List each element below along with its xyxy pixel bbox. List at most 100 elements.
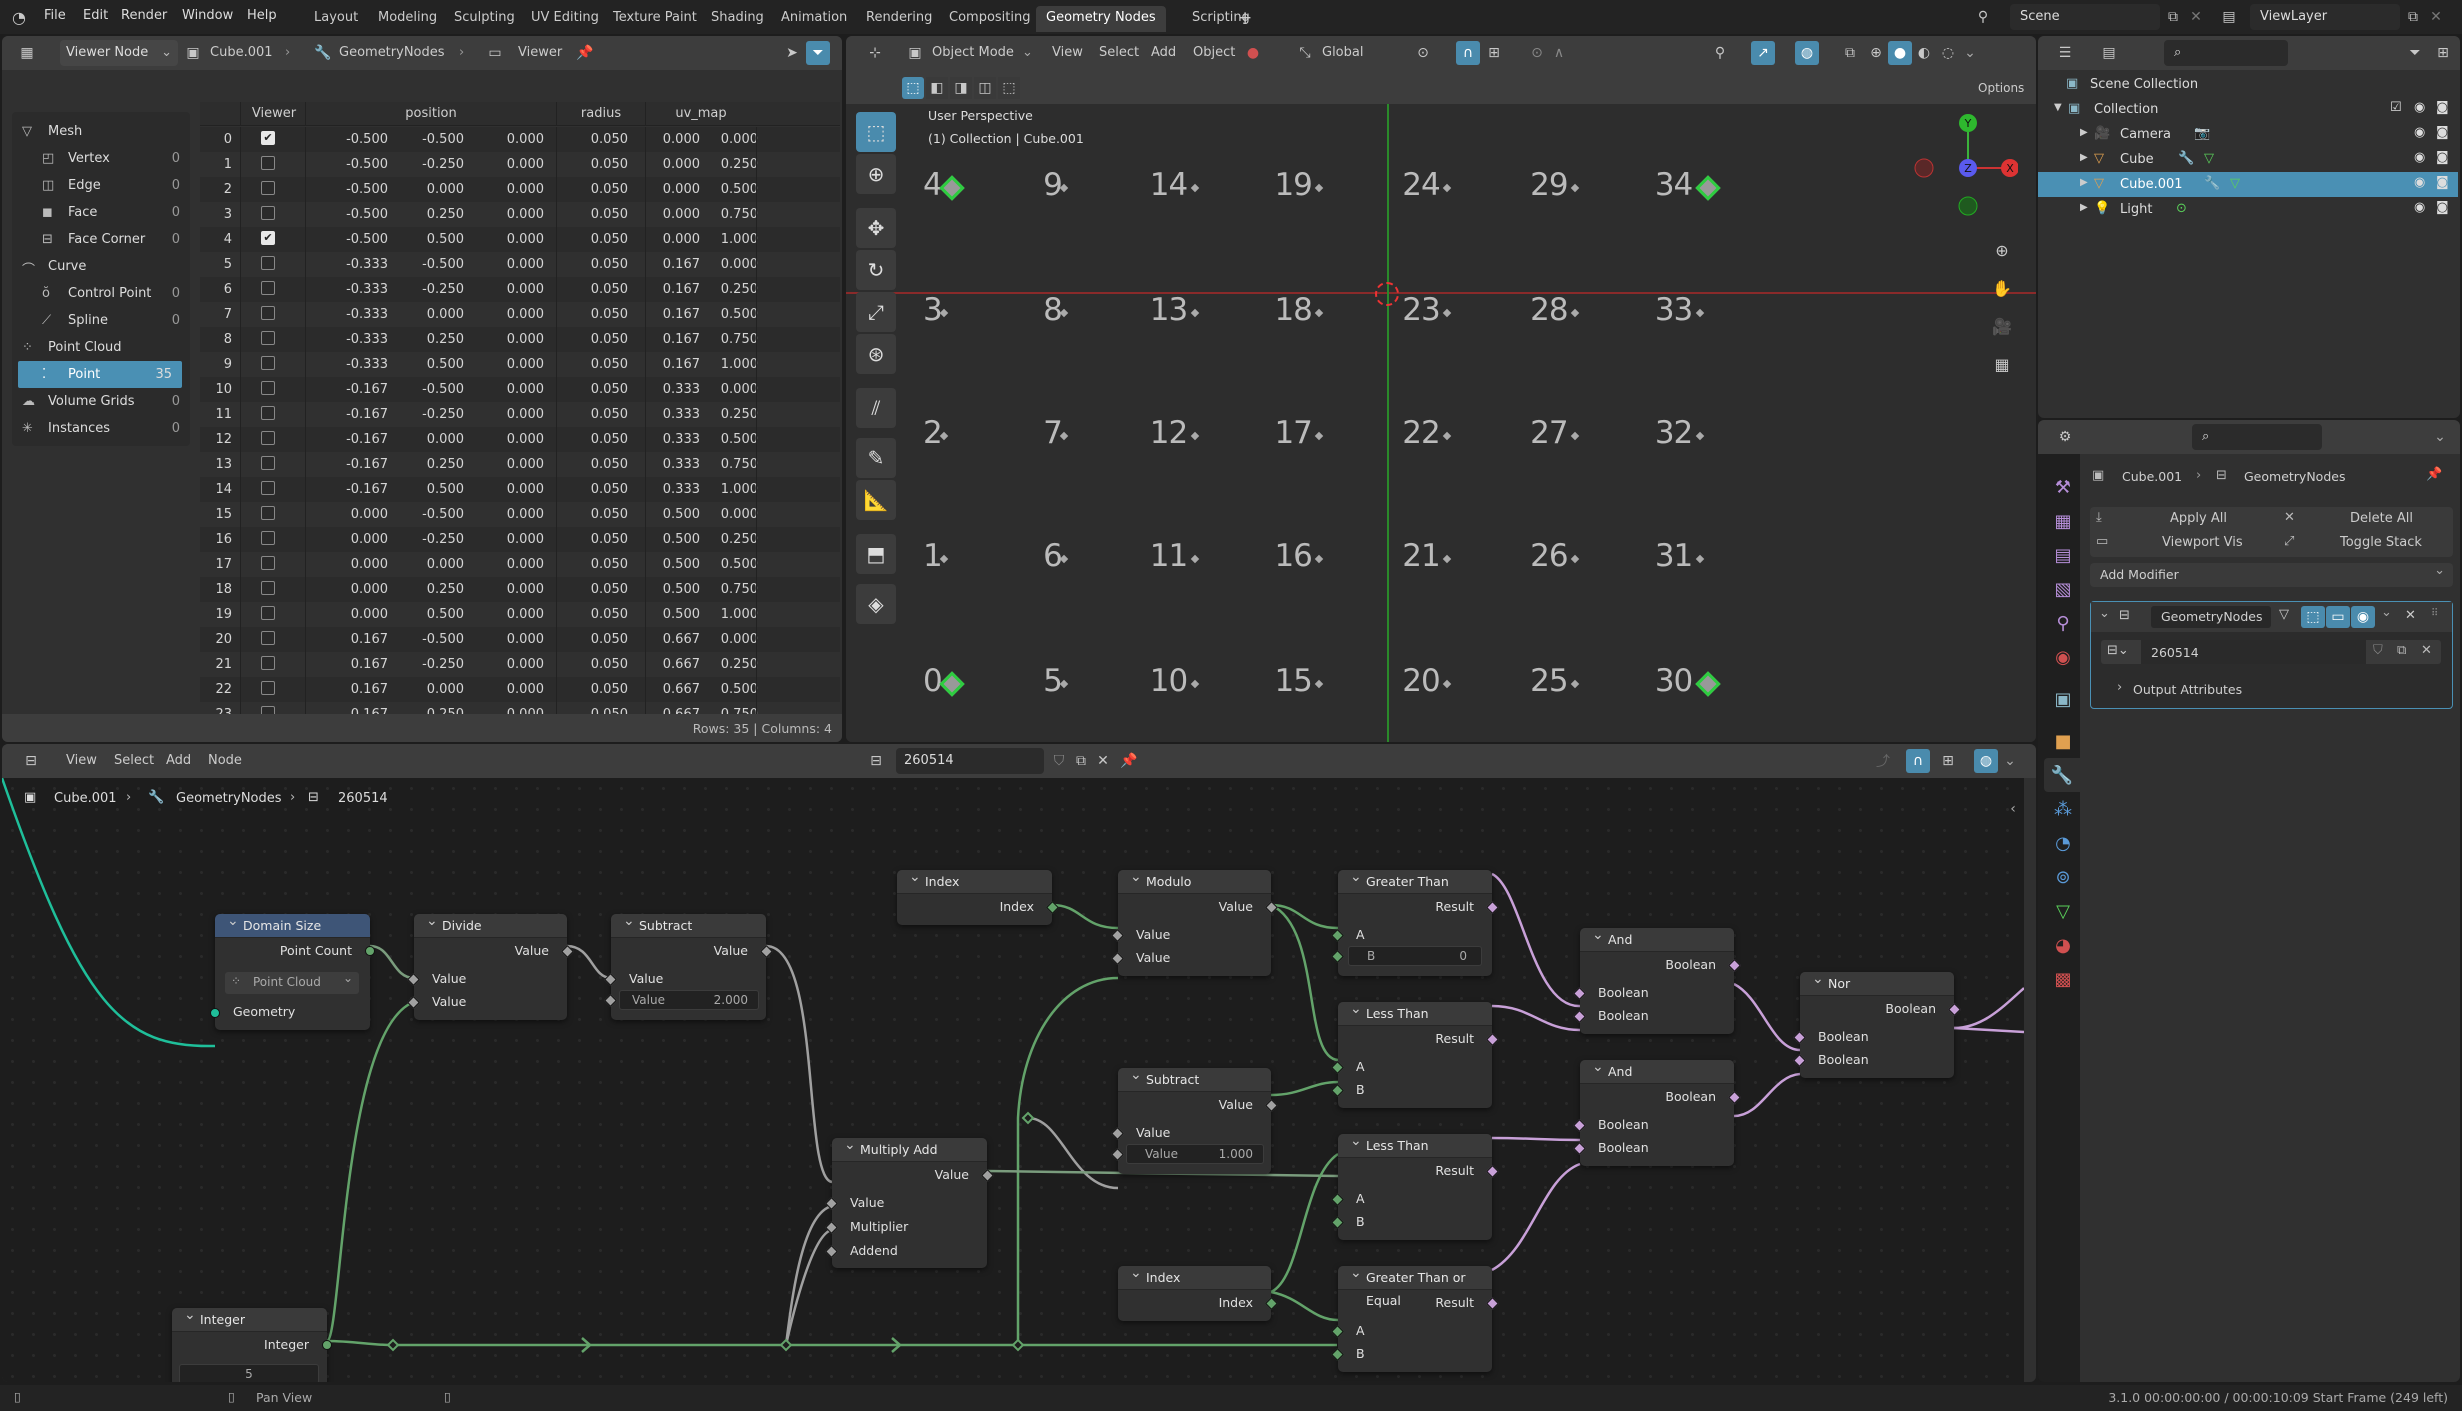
toggle-stack-button[interactable]: Toggle Stack [2340,535,2422,550]
point[interactable] [1315,679,1324,689]
orientation-dropdown[interactable]: Global [1322,45,1363,60]
overlay-icon[interactable]: ◍ [1795,41,1819,65]
tab-particles-icon[interactable]: ⁂ [2046,792,2080,826]
viewer-checkbox[interactable] [261,631,275,645]
copy-scene-icon[interactable]: ⧉ [2162,5,2184,29]
node-group-browse-icon[interactable]: ⊟⌄ [2107,643,2129,658]
outliner-item-cube-001[interactable]: ▶ ▽ Cube.001 🔧 ▽ ◉ ◙ [2038,172,2458,197]
viewer-checkbox[interactable] [261,681,275,695]
point[interactable] [1315,308,1324,318]
proportional-edit-icon[interactable]: ⊙ [1526,41,1548,65]
transform-pivot-tool[interactable]: ◈ [856,584,896,624]
expand-chevron-icon[interactable]: › [2117,680,2122,695]
tab-world-icon[interactable]: ◉ [2046,640,2080,674]
render-visibility-icon[interactable]: ◙ [2436,200,2449,215]
node-less-than[interactable]: Less Than Result A B [1331,998,1499,1108]
options-chevron-icon[interactable]: ⌄ [2428,425,2452,449]
render-visibility-icon[interactable]: ◙ [2436,175,2449,190]
pin-icon[interactable]: 📌 [1118,749,1140,773]
menu-view[interactable]: View [1052,45,1083,60]
node-tree-browse-icon[interactable]: ⊟ [860,749,892,773]
point[interactable] [1443,308,1452,318]
visibility-eye-icon[interactable]: ◉ [2414,125,2425,140]
node-canvas[interactable]: ▣ Cube.001 › 🔧 GeometryNodes › ⊟ 260514 [2,778,2024,1382]
node-divide[interactable]: Divide Value Value Value [407,910,574,1020]
navigation-gizmo[interactable]: Y X Z [1908,108,2018,218]
material-shading-icon[interactable]: ◐ [1912,41,1936,65]
rotate-tool[interactable]: ↻ [856,250,896,290]
output-attributes-panel[interactable]: Output Attributes [2133,682,2242,697]
viewer-checkbox[interactable] [261,506,275,520]
tab-sculpting[interactable]: Sculpting [444,6,525,32]
select-invert-icon[interactable]: ◫ [974,77,996,99]
pan-hand-icon[interactable]: ✋ [1988,274,2016,302]
geometry-nodes-toggle-icon[interactable]: ● [1242,41,1264,65]
blender-logo-icon[interactable]: ◔ [8,6,30,28]
selectability-icon[interactable]: ⚲ [1708,41,1732,65]
parent-node-tree-icon[interactable]: ⤴ [1872,749,1894,773]
transform-tool[interactable]: ⊛ [856,334,896,374]
point[interactable] [1190,679,1199,689]
expand-icon[interactable]: ▶ [2080,152,2088,163]
modifier-name-field[interactable]: GeometryNodes [2151,606,2271,628]
tab-object-icon[interactable]: ■ [2046,724,2080,758]
render-visibility-icon[interactable]: ◙ [2436,150,2449,165]
tab-render-icon[interactable]: ▦ [2046,504,2080,538]
tab-scene-icon[interactable]: ⚲ [2046,606,2080,640]
select-subtract-icon[interactable]: ◨ [950,77,972,99]
viewer-checkbox[interactable] [261,356,275,370]
move-tool[interactable]: ✥ [856,208,896,248]
fake-user-icon[interactable]: ⛉ [2373,643,2383,658]
point[interactable] [1695,308,1705,318]
viewport-toggle-icon[interactable]: ▭ [2326,606,2350,628]
scene-selector[interactable]: Scene [2010,4,2160,30]
new-collection-icon[interactable]: ⊞ [2432,41,2454,65]
reroute-node[interactable] [386,1338,400,1352]
domain-item-curve[interactable]: ⌒ Curve [12,253,190,280]
tab-layout[interactable]: Layout [304,6,368,32]
tab-tool-icon[interactable]: ⚒ [2046,470,2080,504]
snap-icon[interactable]: ∩ [1456,41,1480,65]
tab-modifiers-icon[interactable]: 🔧 [2044,758,2080,792]
tab-animation[interactable]: Animation [771,6,857,32]
menu-add[interactable]: Add [166,753,191,768]
viewer-checkbox[interactable] [261,656,275,670]
render-visibility-icon[interactable]: ◙ [2436,125,2449,140]
domain-item-point-cloud[interactable]: ⁘ Point Cloud [12,334,190,361]
tab-output-icon[interactable]: ▤ [2046,538,2080,572]
column-header-viewer[interactable]: Viewer [244,106,304,121]
falloff-icon[interactable]: ∧ [1548,41,1570,65]
visibility-eye-icon[interactable]: ◉ [2414,150,2425,165]
drag-handle-icon[interactable]: ⠿ [2431,608,2438,619]
options-dropdown[interactable]: Options [1978,81,2024,95]
node-integer[interactable]: Integer Integer 5 [172,1304,332,1382]
domain-item-face-corner[interactable]: ⊟ Face Corner 0 [12,226,190,253]
tab-geometry-nodes[interactable]: Geometry Nodes [1036,6,1166,32]
overlay-options-icon[interactable]: ⌄ [2000,749,2020,773]
menu-edit[interactable]: Edit [83,8,108,23]
camera-data-icon[interactable]: 📷 [2194,126,2210,141]
solid-shading-icon[interactable]: ● [1888,41,1912,65]
render-toggle-icon[interactable]: ◉ [2351,606,2375,628]
add-workspace-button[interactable]: + [1228,6,1262,32]
socket-point-count[interactable] [365,946,375,956]
tab-material-icon[interactable]: ◕ [2046,928,2080,962]
viewer-checkbox[interactable] [261,306,275,320]
viewer-checkbox[interactable] [261,281,275,295]
node-and[interactable]: And Boolean Boolean Boolean [1573,924,1741,1034]
point[interactable] [1570,555,1580,564]
exclude-checkbox[interactable]: ☑ [2390,100,2402,115]
viewer-checkbox[interactable] [261,181,275,195]
viewer-checkbox[interactable] [261,206,275,220]
pivot-icon[interactable]: ⊙ [1412,41,1434,65]
domain-item-control-point[interactable]: ŏ Control Point 0 [12,280,190,307]
point[interactable] [1443,679,1452,689]
duplicate-icon[interactable]: ⧉ [1070,749,1092,773]
xray-icon[interactable]: ⧉ [1838,41,1862,65]
visibility-eye-icon[interactable]: ◉ [2414,200,2425,215]
rendered-shading-icon[interactable]: ◌ [1936,41,1960,65]
b-field[interactable]: B 0 [1348,946,1482,966]
mesh-data-icon[interactable]: ▽ [2204,151,2214,166]
tab-compositing[interactable]: Compositing [939,6,1041,32]
annotate-line-tool[interactable]: ✎ [856,438,896,478]
